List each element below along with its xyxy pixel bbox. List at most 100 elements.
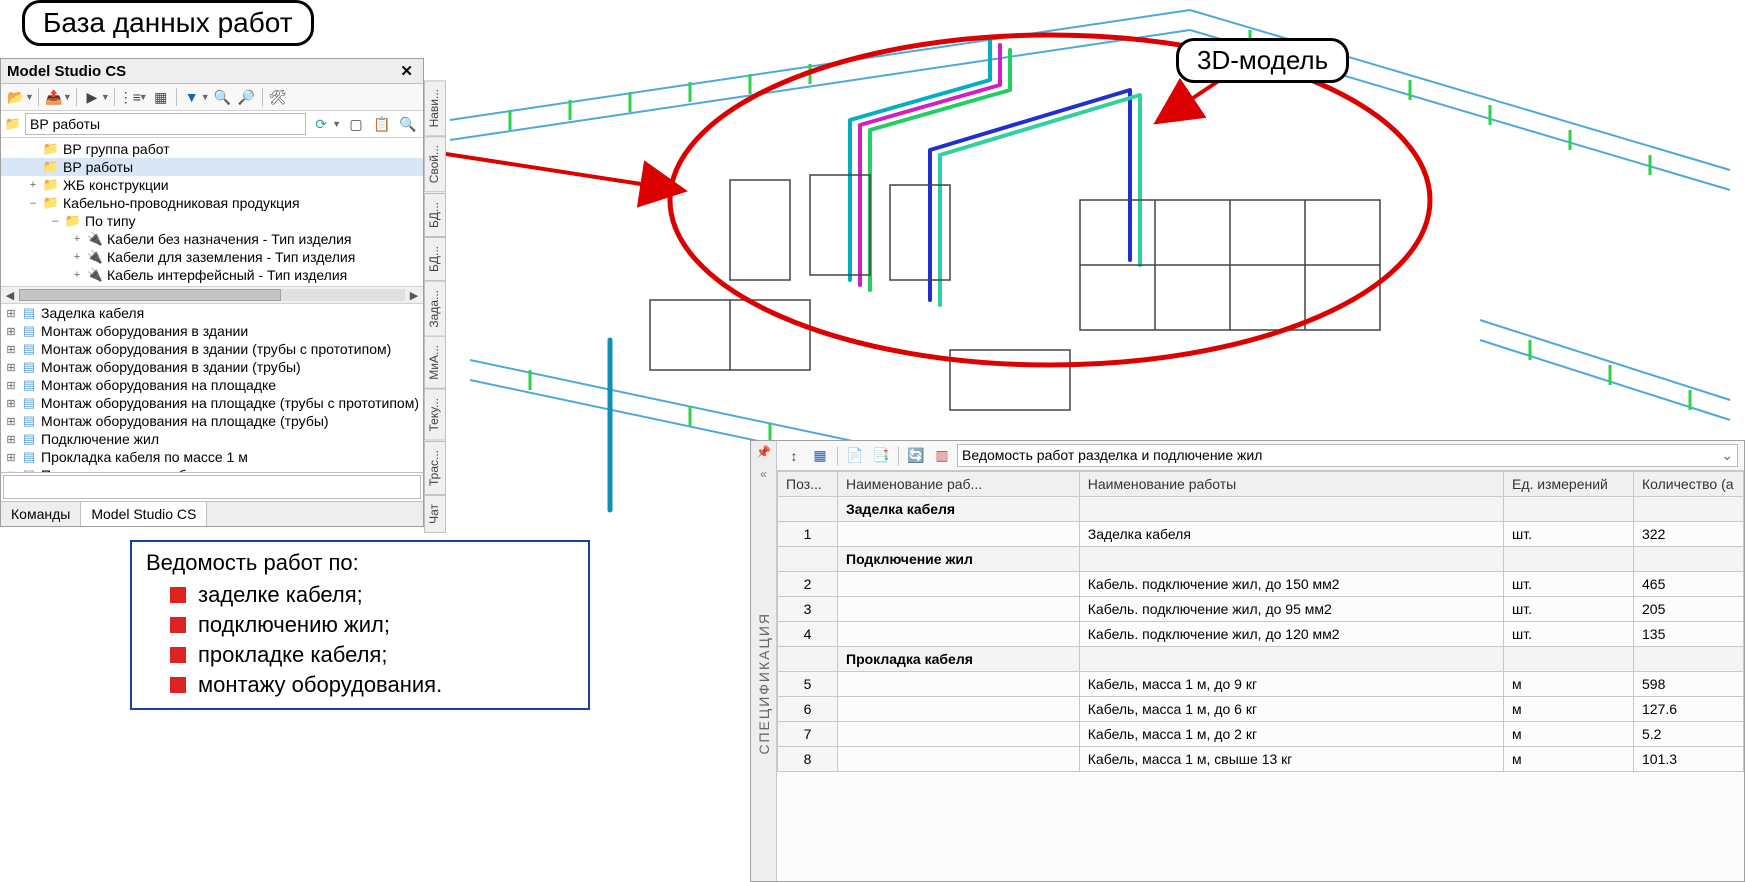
list-item[interactable]: ⊞▤Заделка кабеля <box>1 304 423 322</box>
expand-icon[interactable]: ⊞ <box>5 415 17 428</box>
table-icon[interactable]: ▦ <box>150 86 172 108</box>
list-item-label: Подключение жил <box>41 431 159 447</box>
tree-item-label: Кабели без назначения - Тип изделия <box>107 231 352 247</box>
specification-table[interactable]: Поз... Наименование раб... Наименование … <box>777 471 1744 772</box>
refresh-spec-icon[interactable]: 🔄 <box>905 445 927 467</box>
folder-icon: 📁 <box>5 116 21 132</box>
filter-icon[interactable]: ▼ <box>181 86 203 108</box>
panel-title: Model Studio CS <box>7 63 126 80</box>
col-unit[interactable]: Ед. измерений <box>1504 472 1634 497</box>
col-qty[interactable]: Количество (а <box>1634 472 1744 497</box>
list-icon[interactable]: ⋮≡ <box>119 86 141 108</box>
table-row[interactable]: 3Кабель. подключение жил, до 95 мм2шт.20… <box>778 597 1744 622</box>
list-item-label: Монтаж оборудования на площадке (трубы) <box>41 413 329 429</box>
open-icon[interactable]: 📂 <box>5 86 27 108</box>
list-item[interactable]: ⊞▤Монтаж оборудования в здании <box>1 322 423 340</box>
tree-item[interactable]: 📁ВР группа работ <box>1 140 423 158</box>
tree-item[interactable]: 📁ВР работы <box>1 158 423 176</box>
paste-icon[interactable]: 📋 <box>371 113 393 135</box>
list-item[interactable]: ⊞▤Прокладка кабеля по массе 1 м <box>1 448 423 466</box>
side-tab[interactable]: Зада... <box>424 281 446 337</box>
tree-toggle-icon[interactable]: – <box>27 197 39 209</box>
run-icon[interactable]: ▶ <box>81 86 103 108</box>
sort-icon[interactable]: ↕ <box>783 445 805 467</box>
grid-icon[interactable]: ▦ <box>809 445 831 467</box>
work-type-list[interactable]: ⊞▤Заделка кабеля⊞▤Монтаж оборудования в … <box>1 304 423 472</box>
tree-item[interactable]: +🔌Кабель интерфейсный - Тип изделия <box>1 266 423 284</box>
tree-item[interactable]: +🔌Кабели для заземления - Тип изделия <box>1 248 423 266</box>
side-tab[interactable]: Теку... <box>424 389 446 441</box>
scroll-right-icon[interactable]: ▶ <box>405 287 423 303</box>
tree-search-input[interactable] <box>25 113 306 135</box>
refresh-icon[interactable]: ⟳ <box>310 113 332 135</box>
database-tree[interactable]: 📁ВР группа работ📁ВР работы+📁ЖБ конструкц… <box>1 138 423 286</box>
table-row[interactable]: 7Кабель, масса 1 м, до 2 кгм5.2 <box>778 722 1744 747</box>
side-tab[interactable]: МиА... <box>424 336 446 389</box>
export-icon[interactable]: 📤 <box>43 86 65 108</box>
expand-icon[interactable]: ⊞ <box>5 433 17 446</box>
expand-icon[interactable]: ⊞ <box>5 361 17 374</box>
expand-icon[interactable]: ⊞ <box>5 343 17 356</box>
expand-icon[interactable]: ⊞ <box>5 307 17 320</box>
col-name[interactable]: Наименование работы <box>1079 472 1503 497</box>
tab-model-studio[interactable]: Model Studio CS <box>81 502 207 526</box>
export-doc-icon[interactable]: 📑 <box>870 445 892 467</box>
tree-toggle-icon[interactable]: + <box>27 179 39 191</box>
tree-item[interactable]: +🔌Кабели без назначения - Тип изделия <box>1 230 423 248</box>
export-xls-icon[interactable]: 📄 <box>844 445 866 467</box>
tree-toggle-icon[interactable]: + <box>71 269 83 281</box>
tree-item[interactable]: –📁По типу <box>1 212 423 230</box>
callout-3d-model: 3D-модель <box>1176 38 1349 83</box>
zoom-icon[interactable]: 🔍 <box>397 113 419 135</box>
col-group[interactable]: Наименование раб... <box>838 472 1080 497</box>
side-tab[interactable]: БД... <box>424 237 446 281</box>
expand-icon[interactable]: ⊞ <box>5 379 17 392</box>
list-item[interactable]: ⊞▤Монтаж оборудования на площадке (трубы… <box>1 394 423 412</box>
side-tab-strip: Нави...Свой...БД...БД...Зада...МиА...Тек… <box>424 80 446 533</box>
expand-icon[interactable]: ⊞ <box>5 469 17 473</box>
side-tab[interactable]: БД... <box>424 193 446 237</box>
expand-icon[interactable]: ⊞ <box>5 325 17 338</box>
tree-toggle-icon[interactable]: – <box>49 215 61 227</box>
table-row[interactable]: 1Заделка кабеляшт.322 <box>778 522 1744 547</box>
list-item[interactable]: ⊞▤Монтаж оборудования на площадке <box>1 376 423 394</box>
list-item[interactable]: ⊞▤Монтаж оборудования в здании (трубы с … <box>1 340 423 358</box>
tree-toggle-icon[interactable]: + <box>71 251 83 263</box>
table-row[interactable]: 5Кабель, масса 1 м, до 9 кгм598 <box>778 672 1744 697</box>
pin-icon[interactable]: 📌 <box>756 441 771 463</box>
tree-item[interactable]: –📁Кабельно-проводниковая продукция <box>1 194 423 212</box>
scroll-left-icon[interactable]: ◀ <box>1 287 19 303</box>
table-row[interactable]: Заделка кабеля <box>778 497 1744 522</box>
table-row[interactable]: Подключение жил <box>778 547 1744 572</box>
command-input[interactable] <box>3 475 421 499</box>
report-select[interactable]: Ведомость работ разделка и подлючение жи… <box>957 444 1738 467</box>
document-icon: ▤ <box>21 431 37 447</box>
expand-icon[interactable]: ⊞ <box>5 451 17 464</box>
collapse-icon[interactable]: « <box>760 463 767 485</box>
side-tab[interactable]: Нави... <box>424 80 446 136</box>
expand-icon[interactable]: ⊞ <box>5 397 17 410</box>
list-item[interactable]: ⊞▤Монтаж оборудования в здании (трубы) <box>1 358 423 376</box>
new-icon[interactable]: ▢ <box>345 113 367 135</box>
list-item[interactable]: ⊞ ▤Подключение жил <box>1 430 423 448</box>
table-row[interactable]: Прокладка кабеля <box>778 647 1744 672</box>
columns-icon[interactable]: ▥ <box>931 445 953 467</box>
table-row[interactable]: 2Кабель. подключение жил, до 150 мм2шт.4… <box>778 572 1744 597</box>
panel-close-button[interactable]: ✕ <box>396 62 417 80</box>
side-tab[interactable]: Свой... <box>424 136 446 192</box>
side-tab[interactable]: Чат <box>424 495 446 533</box>
list-item[interactable]: ⊞▤Монтаж оборудования на площадке (трубы… <box>1 412 423 430</box>
find-icon[interactable]: 🔍 <box>212 86 234 108</box>
tab-commands[interactable]: Команды <box>1 502 81 526</box>
tree-toggle-icon[interactable]: + <box>71 233 83 245</box>
find-next-icon[interactable]: 🔎 <box>236 86 258 108</box>
legend-item: прокладке кабеля; <box>146 640 574 670</box>
tree-h-scrollbar[interactable]: ◀ ▶ <box>1 286 423 304</box>
col-pos[interactable]: Поз... <box>778 472 838 497</box>
table-row[interactable]: 8Кабель, масса 1 м, свыше 13 кгм101.3 <box>778 747 1744 772</box>
side-tab[interactable]: Трас... <box>424 441 446 495</box>
tree-item[interactable]: +📁ЖБ конструкции <box>1 176 423 194</box>
table-row[interactable]: 4Кабель. подключение жил, до 120 мм2шт.1… <box>778 622 1744 647</box>
settings-icon[interactable]: 🛠 <box>267 86 289 108</box>
table-row[interactable]: 6Кабель, масса 1 м, до 6 кгм127.6 <box>778 697 1744 722</box>
